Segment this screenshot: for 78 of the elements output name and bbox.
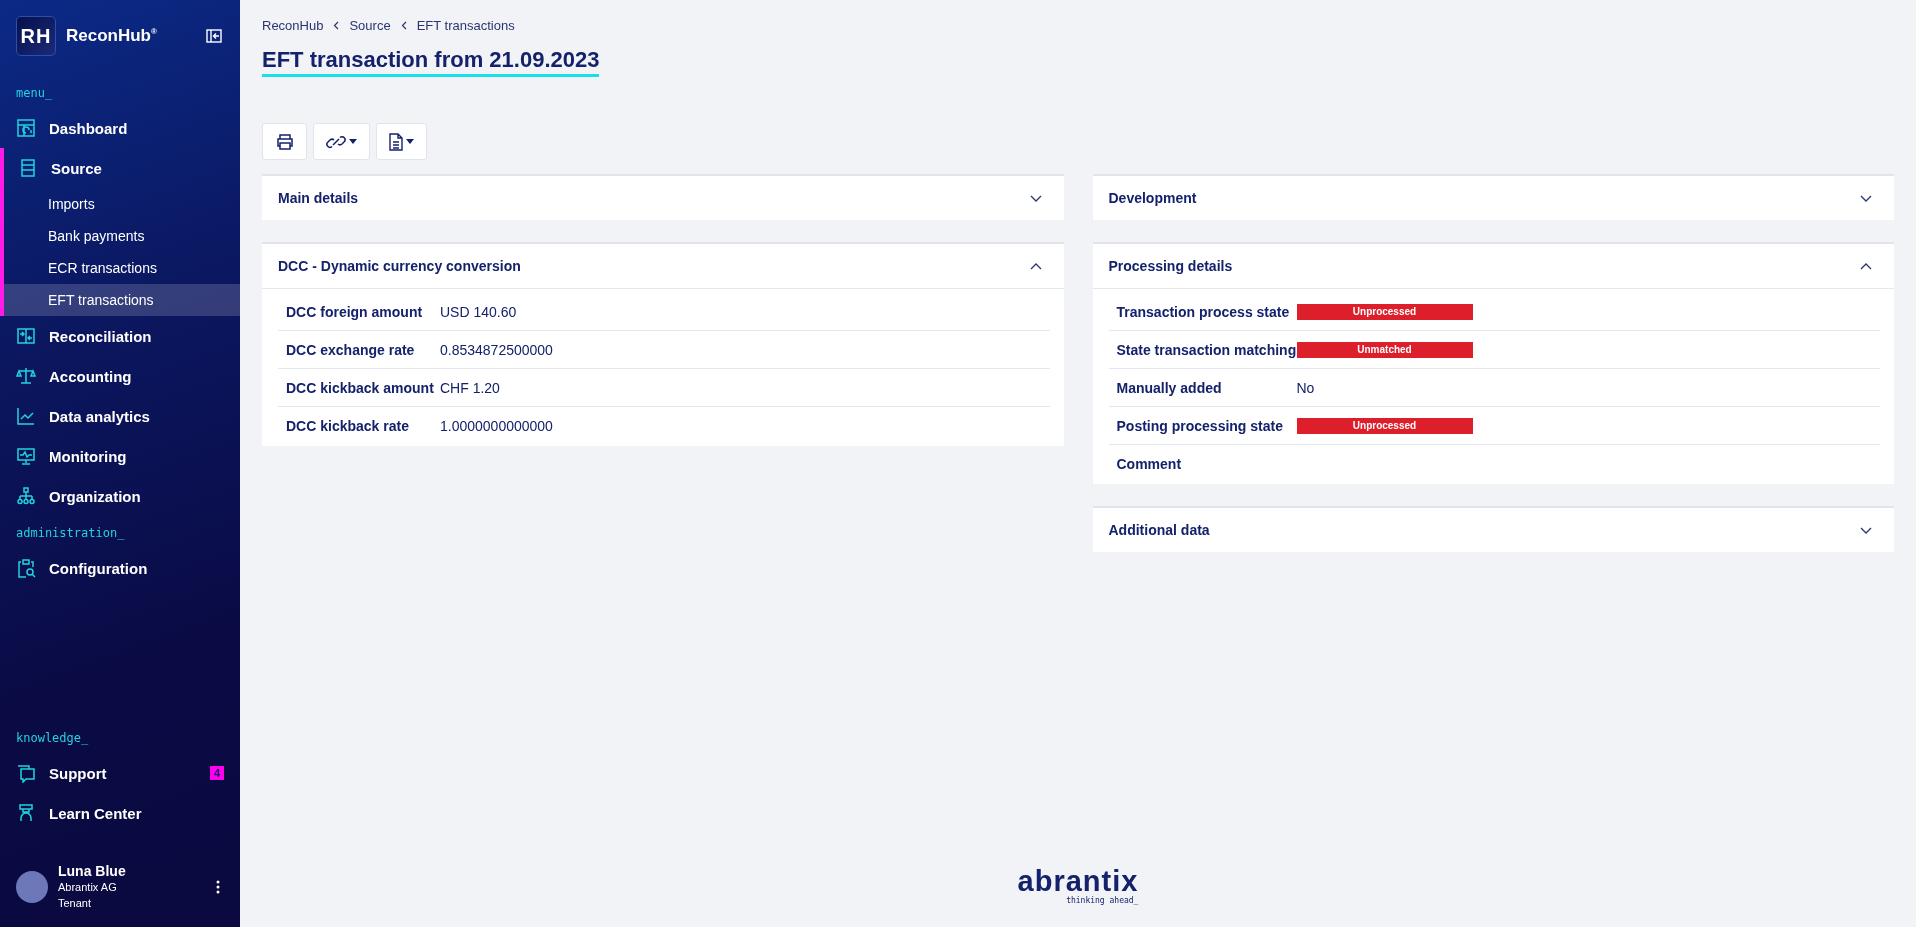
reconciliation-icon <box>16 326 36 346</box>
field-label: DCC kickback amount <box>286 379 435 396</box>
nav-item[interactable]: Data analytics <box>0 396 240 436</box>
chevron-left-icon <box>333 21 340 30</box>
nav-item[interactable]: Configuration <box>0 548 240 588</box>
monitor-icon <box>16 446 36 466</box>
nav-item[interactable]: Organization <box>0 476 240 516</box>
panel-header[interactable]: Main details <box>262 176 1064 220</box>
section-label: menu_ <box>15 85 54 102</box>
chevron-left-icon <box>400 21 407 30</box>
nav-item[interactable]: Support 4 <box>0 753 240 793</box>
chart-icon <box>16 406 36 426</box>
field-label: Posting processing state <box>1116 417 1284 434</box>
nav-item[interactable]: Dashboard <box>0 108 240 148</box>
link-button[interactable] <box>313 123 370 160</box>
panel-header[interactable]: Development <box>1092 176 1894 220</box>
config-icon <box>16 558 36 578</box>
dashboard-icon <box>16 118 36 138</box>
company-name: Abrantix AG <box>58 880 118 895</box>
document-button[interactable] <box>376 123 427 160</box>
support-icon <box>16 763 36 783</box>
section-label: knowledge_ <box>15 730 90 747</box>
nav-subitem[interactable]: EFT transactions <box>4 284 240 316</box>
logo-mark: RH <box>16 16 56 56</box>
printer-icon <box>275 132 294 151</box>
print-button[interactable] <box>262 123 307 160</box>
org-icon <box>16 486 36 506</box>
status-badge: Unprocessed <box>1296 303 1473 320</box>
chevron-icon <box>1860 526 1872 534</box>
notification-count: 4 <box>209 766 224 780</box>
company-logo: abrantix <box>1017 866 1139 896</box>
nav-item[interactable]: Source <box>4 148 240 188</box>
field-label: DCC kickback rate <box>286 417 410 434</box>
nav-item[interactable]: Learn Center <box>0 793 240 833</box>
nav-subitem[interactable]: Bank payments <box>4 220 240 252</box>
collapse-sidebar-icon[interactable] <box>206 28 222 44</box>
caret-icon <box>406 139 414 144</box>
panel-header[interactable]: Processing details <box>1092 244 1894 289</box>
nav-subitem[interactable]: ECR transactions <box>4 252 240 284</box>
nav-subitem[interactable]: Imports <box>4 188 240 220</box>
learn-icon <box>16 803 36 823</box>
source-icon <box>18 158 38 178</box>
breadcrumb-link[interactable]: Source <box>349 18 391 33</box>
tagline: thinking ahead_ <box>1066 896 1139 905</box>
nav-item[interactable]: Reconciliation <box>0 316 240 356</box>
field-value: 1.0000000000000 <box>440 417 553 434</box>
field-value: USD 140.60 <box>440 303 517 320</box>
app-name: ReconHub$^{®}$ <box>66 26 157 46</box>
section-label: administration_ <box>15 525 126 542</box>
scale-icon <box>16 366 36 386</box>
field-label: DCC foreign amount <box>286 303 424 320</box>
user-role: Tenant <box>58 896 93 911</box>
panel-header[interactable]: DCC - Dynamic currency conversion <box>262 244 1064 289</box>
avatar[interactable] <box>16 871 48 903</box>
field-label: Manually added <box>1116 379 1223 396</box>
field-label: Comment <box>1116 455 1183 472</box>
nav-item[interactable]: Accounting <box>0 356 240 396</box>
panel-header[interactable]: Additional data <box>1092 508 1894 552</box>
more-options-icon[interactable] <box>216 880 220 894</box>
chevron-icon <box>1860 262 1872 270</box>
document-icon <box>389 132 403 151</box>
chevron-icon <box>1029 262 1042 270</box>
nav-item[interactable]: Monitoring <box>0 436 240 476</box>
field-label: Transaction process state <box>1116 303 1291 320</box>
field-label: DCC exchange rate <box>286 341 416 358</box>
field-label: State transaction matching <box>1116 341 1297 358</box>
chevron-icon <box>1860 194 1872 202</box>
chevron-icon <box>1029 194 1042 202</box>
caret-icon <box>349 139 357 144</box>
field-value: CHF 1.20 <box>440 379 500 396</box>
user-name: Luna Blue <box>58 863 126 879</box>
breadcrumb-link[interactable]: ReconHub <box>262 18 324 33</box>
field-value: No <box>1296 379 1315 396</box>
field-value: 0.8534872500000 <box>440 341 553 358</box>
status-badge: Unmatched <box>1296 341 1473 358</box>
breadcrumb-link[interactable]: EFT transactions <box>416 18 515 33</box>
status-badge: Unprocessed <box>1296 417 1473 434</box>
page-title: EFT transaction from 21.09.2023 <box>262 47 600 77</box>
